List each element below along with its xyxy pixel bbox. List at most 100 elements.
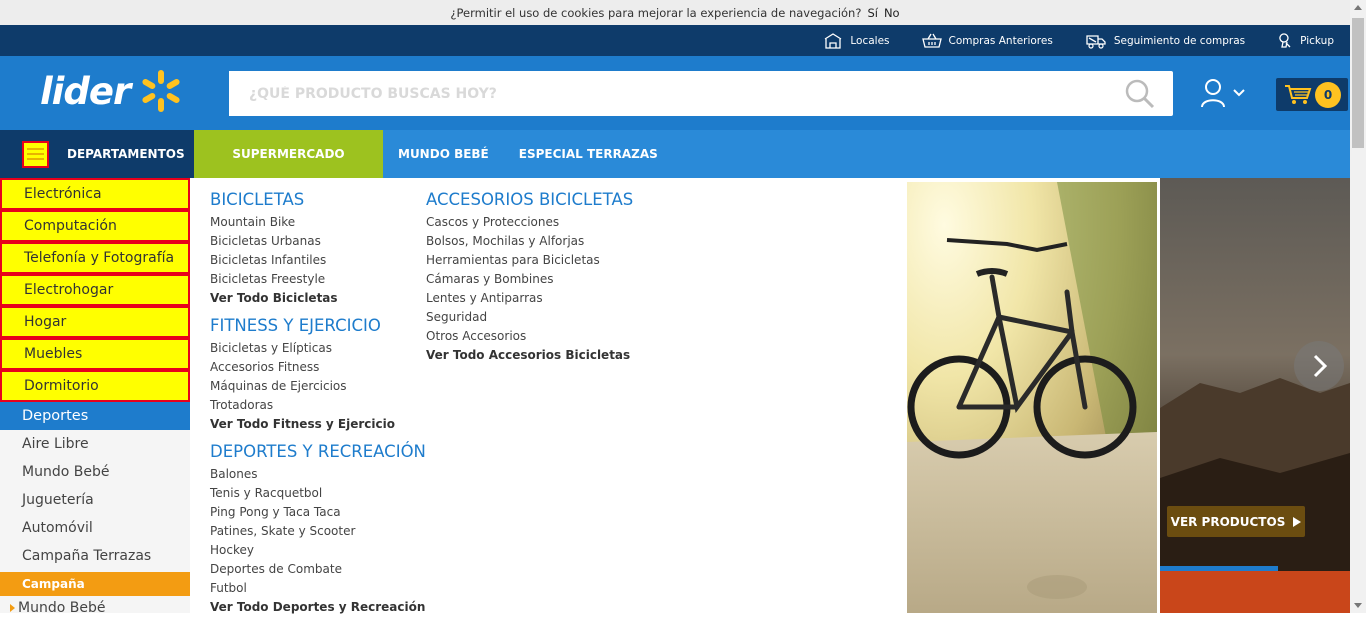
menu-link-ver-todo[interactable]: Ver Todo Deportes y Recreación: [210, 598, 426, 617]
sidebar-item-automovil[interactable]: Automóvil: [0, 514, 190, 542]
menu-link[interactable]: Futbol: [210, 579, 426, 598]
cookie-no-link[interactable]: No: [884, 6, 900, 20]
cookie-message: ¿Permitir el uso de cookies para mejorar…: [450, 5, 862, 20]
pickup-label: Pickup: [1300, 34, 1334, 47]
menu-link[interactable]: Bicicletas Infantiles: [210, 251, 426, 270]
group-bicicletas: BICICLETAS Mountain Bike Bicicletas Urba…: [210, 190, 426, 308]
spark-icon: [142, 70, 180, 112]
user-icon: [1201, 79, 1225, 108]
scroll-down-icon[interactable]: [1354, 603, 1362, 608]
nav-supermercado[interactable]: SUPERMERCADO: [194, 130, 383, 178]
sidebar-item-computacion[interactable]: Computación: [0, 210, 190, 242]
menu-link[interactable]: Ping Pong y Taca Taca: [210, 503, 426, 522]
menu-link[interactable]: Bicicletas Urbanas: [210, 232, 426, 251]
group-title-bicicletas[interactable]: BICICLETAS: [210, 190, 426, 209]
pickup-link[interactable]: Pickup: [1277, 32, 1334, 49]
menu-link[interactable]: Trotadoras: [210, 396, 426, 415]
menu-link[interactable]: Lentes y Antiparras: [426, 289, 633, 308]
menu-link-ver-todo[interactable]: Ver Todo Bicicletas: [210, 289, 426, 308]
menu-link[interactable]: Accesorios Fitness: [210, 358, 426, 377]
cart-button[interactable]: 0: [1276, 78, 1348, 111]
sidebar-campaign-mundo-bebe[interactable]: Mundo Bebé: [0, 596, 190, 620]
cookie-yes-link[interactable]: Sí: [867, 6, 878, 20]
menu-link[interactable]: Hockey: [210, 541, 426, 560]
nav-mundo-bebe[interactable]: MUNDO BEBÉ: [398, 147, 489, 161]
account-button[interactable]: [1200, 78, 1246, 108]
logo-text: lider: [40, 69, 131, 113]
menu-link[interactable]: Seguridad: [426, 308, 633, 327]
compras-anteriores-link[interactable]: Compras Anteriores: [921, 33, 1053, 49]
sidebar-item-mundo-bebe[interactable]: Mundo Bebé: [0, 458, 190, 486]
menu-link-ver-todo[interactable]: Ver Todo Fitness y Ejercicio: [210, 415, 426, 434]
sidebar-item-hogar[interactable]: Hogar: [0, 306, 190, 338]
menu-link[interactable]: Cámaras y Bombines: [426, 270, 633, 289]
locales-link[interactable]: Locales: [823, 32, 890, 49]
menu-link[interactable]: Bolsos, Mochilas y Alforjas: [426, 232, 633, 251]
top-utility-bar: Locales Compras Anteriores Seguimiento d…: [0, 25, 1350, 56]
compras-anteriores-label: Compras Anteriores: [948, 34, 1053, 47]
hamburger-icon: [22, 140, 49, 168]
page-scrollbar[interactable]: [1350, 0, 1366, 613]
search-input[interactable]: [229, 71, 1109, 116]
truck-icon: [1086, 34, 1106, 49]
departments-sidebar: Electrónica Computación Telefonía y Foto…: [0, 178, 190, 616]
sidebar-item-jugueteria[interactable]: Juguetería: [0, 486, 190, 514]
menu-link[interactable]: Otros Accesorios: [426, 327, 633, 346]
mega-column-right: ACCESORIOS BICICLETAS Cascos y Proteccio…: [426, 190, 633, 373]
cart-count-badge: 0: [1315, 82, 1341, 108]
departments-menu-button[interactable]: DEPARTAMENTOS: [0, 130, 194, 178]
sidebar-item-aire-libre[interactable]: Aire Libre: [0, 430, 190, 458]
bicycle-promo-image[interactable]: [907, 182, 1157, 613]
sidebar-item-campana-terrazas[interactable]: Campaña Terrazas: [0, 542, 190, 570]
nav-especial-terrazas[interactable]: ESPECIAL TERRAZAS: [519, 147, 658, 161]
menu-link[interactable]: Herramientas para Bicicletas: [426, 251, 633, 270]
campaign-sub-label: Mundo Bebé: [18, 600, 106, 616]
store-icon: [825, 32, 842, 49]
basket-icon: [921, 33, 942, 48]
ver-productos-button[interactable]: VER PRODUCTOS: [1167, 506, 1305, 537]
seguimiento-label: Seguimiento de compras: [1113, 34, 1246, 47]
lider-logo[interactable]: lider: [40, 68, 186, 114]
search-box: [229, 71, 1173, 116]
sidebar-item-muebles[interactable]: Muebles: [0, 338, 190, 370]
hero-landscape-image: [1160, 178, 1350, 613]
search-icon[interactable]: [1125, 79, 1155, 113]
carousel-next-button[interactable]: [1294, 341, 1344, 391]
ver-productos-label: VER PRODUCTOS: [1170, 514, 1286, 529]
menu-link[interactable]: Balones: [210, 465, 426, 484]
sidebar-item-electronica[interactable]: Electrónica: [0, 178, 190, 210]
menu-link[interactable]: Máquinas de Ejercicios: [210, 377, 426, 396]
sidebar-item-telefonia[interactable]: Telefonía y Fotografía: [0, 242, 190, 274]
menu-link-ver-todo[interactable]: Ver Todo Accesorios Bicicletas: [426, 346, 633, 365]
play-arrow-icon: [1293, 516, 1302, 527]
locales-label: Locales: [850, 34, 890, 47]
sidebar-item-dormitorio[interactable]: Dormitorio: [0, 370, 190, 402]
sidebar-item-deportes[interactable]: Deportes: [0, 402, 190, 430]
menu-link[interactable]: Mountain Bike: [210, 213, 426, 232]
group-accesorios: ACCESORIOS BICICLETAS Cascos y Proteccio…: [426, 190, 633, 365]
sidebar-item-electrohogar[interactable]: Electrohogar: [0, 274, 190, 306]
group-title-fitness[interactable]: FITNESS Y EJERCICIO: [210, 316, 426, 335]
hero-banner[interactable]: VER PRODUCTOS: [1160, 178, 1350, 613]
menu-link[interactable]: Patines, Skate y Scooter: [210, 522, 426, 541]
menu-link[interactable]: Tenis y Racquetbol: [210, 484, 426, 503]
seguimiento-link[interactable]: Seguimiento de compras: [1085, 33, 1245, 49]
chevron-right-icon: [1313, 354, 1328, 378]
mega-menu-deportes: BICICLETAS Mountain Bike Bicicletas Urba…: [190, 178, 1160, 614]
group-title-deportes[interactable]: DEPORTES Y RECREACIÓN: [210, 442, 426, 461]
menu-link[interactable]: Bicicletas Freestyle: [210, 270, 426, 289]
caret-right-icon: [10, 604, 15, 612]
chevron-down-icon: [1233, 89, 1245, 97]
menu-link[interactable]: Bicicletas y Elípticas: [210, 339, 426, 358]
group-title-accesorios[interactable]: ACCESORIOS BICICLETAS: [426, 190, 633, 209]
menu-link[interactable]: Cascos y Protecciones: [426, 213, 633, 232]
sidebar-campaign-header: Campaña: [0, 572, 190, 596]
cart-icon: [1285, 84, 1312, 104]
site-header: lider 0: [0, 56, 1350, 130]
cookie-bar: ¿Permitir el uso de cookies para mejorar…: [0, 0, 1350, 25]
menu-link[interactable]: Deportes de Combate: [210, 560, 426, 579]
departments-label: DEPARTAMENTOS: [67, 147, 185, 161]
pickup-icon: [1279, 32, 1291, 48]
scroll-up-icon[interactable]: [1354, 5, 1362, 10]
scrollbar-thumb[interactable]: [1352, 18, 1364, 148]
